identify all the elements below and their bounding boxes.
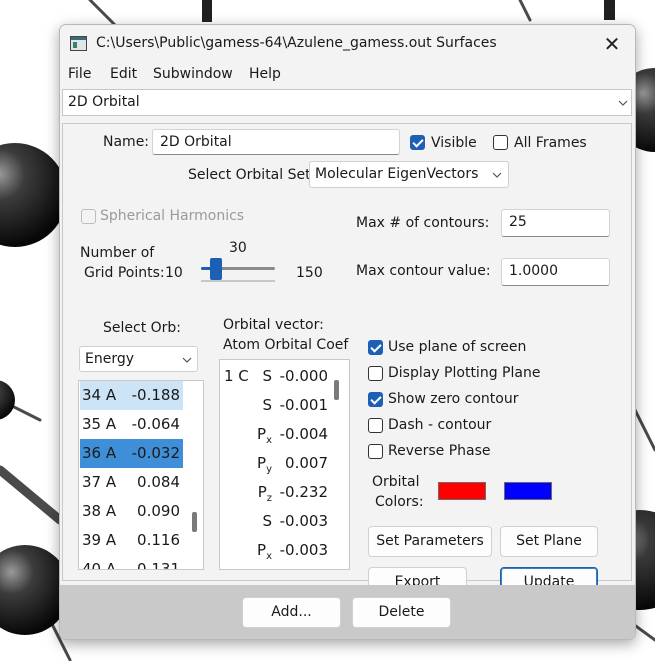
title-bar[interactable]: C:\Users\Public\gamess-64\Azulene_gamess… — [60, 25, 635, 63]
reverse-phase-label: Reverse Phase — [388, 443, 491, 459]
menu-subwindow[interactable]: Subwindow — [153, 66, 233, 82]
orbital-vector-label-line2: Atom Orbital Coef — [223, 337, 349, 353]
orbital-vector-row: Pz -0.232 — [257, 483, 328, 504]
set-parameters-button[interactable]: Set Parameters — [368, 526, 492, 557]
orbital-vector-row: 1 C S -0.000 — [224, 367, 328, 385]
max-contours-input[interactable]: 25 — [501, 209, 610, 237]
show-zero-contour-checkbox[interactable] — [368, 392, 383, 407]
visible-label: Visible — [431, 135, 477, 151]
orbital-list[interactable]: 34 A -0.188 35 A -0.064 36 A -0.032 37 A 0.0… — [78, 380, 204, 570]
surface-type-value: 2D Orbital — [68, 94, 140, 110]
slider-thumb[interactable] — [210, 258, 222, 280]
orbital-vector-scrollbar[interactable] — [334, 380, 339, 400]
add-button[interactable]: Add... — [242, 597, 341, 628]
set-plane-button[interactable]: Set Plane — [500, 526, 598, 557]
orb-sort-value: Energy — [85, 351, 135, 367]
chevron-down-icon — [492, 172, 502, 178]
orbital-set-value: Molecular EigenVectors — [315, 166, 479, 182]
orbital-vector-row: Py 0.007 — [257, 454, 328, 475]
orbital-list-item[interactable]: 34 A -0.188 — [80, 381, 183, 410]
dash-contour-label: Dash - contour — [388, 417, 492, 433]
surfaces-window: C:\Users\Public\gamess-64\Azulene_gamess… — [59, 24, 636, 640]
menu-bar: File Edit Subwindow Help — [60, 63, 635, 87]
orbital-colors-label-line1: Orbital — [372, 474, 420, 490]
window-title: C:\Users\Public\gamess-64\Azulene_gamess… — [96, 35, 497, 51]
grid-max-label: 150 — [296, 265, 323, 281]
all-frames-checkbox[interactable] — [493, 135, 508, 150]
display-plotting-plane-label: Display Plotting Plane — [388, 365, 541, 381]
grid-value-label: 30 — [229, 240, 247, 256]
orbital-vector-list[interactable]: 1 C S -0.000 S -0.001 Px -0.004 Py 0.007 Pz -0… — [219, 359, 350, 570]
grid-points-slider[interactable] — [201, 256, 275, 284]
menu-file[interactable]: File — [68, 66, 91, 82]
grid-points-label-line2: Grid Points: — [84, 265, 165, 281]
name-label: Name: — [103, 134, 150, 150]
max-contour-value-input[interactable]: 1.0000 — [501, 258, 610, 286]
close-icon[interactable]: ✕ — [598, 31, 626, 57]
orbital-list-scrollbar[interactable] — [192, 512, 197, 532]
spherical-harmonics-checkbox[interactable] — [81, 209, 96, 224]
orbital-vector-row: Px -0.003 — [257, 541, 328, 562]
reverse-phase-checkbox[interactable] — [368, 444, 383, 459]
grid-min-label: 10 — [165, 265, 183, 281]
orbital-list-item[interactable]: 39 A 0.116 — [80, 526, 183, 555]
slider-baseline — [201, 280, 275, 282]
menu-edit[interactable]: Edit — [110, 66, 137, 82]
dash-contour-checkbox[interactable] — [368, 418, 383, 433]
orbital-set-select[interactable]: Molecular EigenVectors — [309, 161, 509, 188]
surface-settings-panel: Name: 2D Orbital Visible All Frames Sele… — [62, 123, 632, 598]
orbital-vector-row: S -0.001 — [262, 396, 328, 414]
orbital-colors-label-line2: Colors: — [375, 494, 424, 510]
use-plane-of-screen-checkbox[interactable] — [368, 340, 383, 355]
orbital-list-item[interactable]: 40 A 0.131 — [80, 555, 183, 569]
orbital-list-item[interactable]: 37 A 0.084 — [80, 468, 183, 497]
chevron-down-icon — [618, 100, 628, 106]
surface-type-select[interactable]: 2D Orbital — [62, 89, 632, 116]
max-contours-label: Max # of contours: — [356, 215, 490, 231]
orbital-set-label: Select Orbital Set: — [188, 167, 316, 183]
orbital-vector-row: S -0.003 — [262, 512, 328, 530]
orbital-list-item[interactable]: 38 A 0.090 — [80, 497, 183, 526]
footer-bar: Add... Delete — [60, 585, 635, 639]
max-contour-value-label: Max contour value: — [356, 263, 491, 279]
display-plotting-plane-checkbox[interactable] — [368, 366, 383, 381]
orb-sort-select[interactable]: Energy — [79, 346, 198, 372]
name-input[interactable]: 2D Orbital — [152, 129, 400, 155]
chevron-down-icon — [182, 357, 192, 363]
app-icon — [70, 36, 87, 51]
visible-checkbox[interactable] — [410, 135, 425, 150]
delete-button[interactable]: Delete — [352, 597, 451, 628]
positive-color-swatch[interactable] — [438, 482, 486, 500]
negative-color-swatch[interactable] — [504, 482, 552, 500]
grid-points-label-line1: Number of — [80, 245, 155, 261]
orbital-list-item[interactable]: 35 A -0.064 — [80, 410, 183, 439]
show-zero-contour-label: Show zero contour — [388, 391, 519, 407]
orbital-vector-label-line1: Orbital vector: — [223, 317, 324, 333]
use-plane-of-screen-label: Use plane of screen — [388, 339, 527, 355]
all-frames-label: All Frames — [514, 135, 587, 151]
menu-help[interactable]: Help — [249, 66, 281, 82]
orbital-vector-row: Px -0.004 — [257, 425, 328, 446]
spherical-harmonics-label: Spherical Harmonics — [100, 208, 245, 224]
orbital-list-item[interactable]: 36 A -0.032 — [80, 439, 183, 468]
select-orb-label: Select Orb: — [103, 320, 182, 336]
